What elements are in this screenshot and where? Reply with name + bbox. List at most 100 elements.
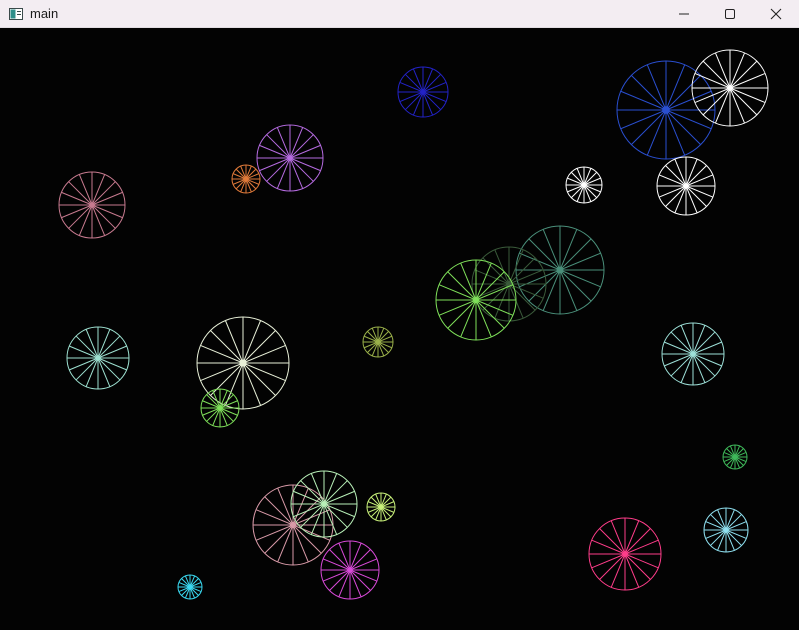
wheel-spoke xyxy=(725,514,742,531)
wheel-spoke xyxy=(692,353,716,377)
wheel-spoke xyxy=(75,357,99,381)
wheel-spoke xyxy=(710,529,727,546)
spoke-wheel xyxy=(703,507,749,553)
wheel-hub xyxy=(95,355,101,361)
spoke-wheel xyxy=(66,326,130,390)
wheel-spoke xyxy=(624,528,651,555)
wheel-spoke xyxy=(559,238,592,271)
wheel-spoke xyxy=(289,134,314,159)
wheel-spoke xyxy=(370,496,382,508)
wheel-hub xyxy=(472,296,480,304)
wheel-spoke xyxy=(729,60,758,89)
spoke-wheel xyxy=(362,326,394,358)
wheel-spoke xyxy=(266,157,291,182)
wheel-hub xyxy=(662,106,670,114)
wheel-hub xyxy=(347,567,353,573)
maximize-button[interactable] xyxy=(707,0,753,28)
wheel-spoke xyxy=(380,506,392,518)
wheel-spoke xyxy=(329,549,351,571)
wheel-hub xyxy=(622,551,628,557)
spoke-wheel xyxy=(200,388,240,428)
wheel-hub xyxy=(556,266,564,274)
close-icon xyxy=(770,8,782,20)
wheel-spoke xyxy=(91,204,116,229)
wheel-spoke xyxy=(235,168,247,180)
wheel-spoke xyxy=(97,357,121,381)
spoke-wheel xyxy=(661,322,725,386)
wheel-hub xyxy=(239,359,247,367)
wheel-spoke xyxy=(292,524,322,554)
spoke-wheel xyxy=(588,517,662,591)
wheel-spoke xyxy=(245,178,257,190)
wheel-spoke xyxy=(508,257,536,285)
wheel-spoke xyxy=(264,496,294,526)
wheel-spoke xyxy=(377,331,389,343)
wheel-hub xyxy=(244,177,248,181)
wheel-spoke xyxy=(583,171,598,186)
wheel-spoke xyxy=(570,184,585,199)
drawing-canvas[interactable] xyxy=(0,28,799,630)
spoke-wheel xyxy=(397,66,449,118)
wheel-hub xyxy=(683,183,689,189)
wheel-hub xyxy=(287,155,293,161)
spoke-wheel xyxy=(515,225,605,315)
wheel-hub xyxy=(321,501,327,507)
wheel-spoke xyxy=(583,184,598,199)
wheel-spoke xyxy=(422,73,442,93)
close-button[interactable] xyxy=(753,0,799,28)
wheel-spoke xyxy=(242,330,276,364)
wheel-hub xyxy=(690,351,696,357)
wheel-spoke xyxy=(300,503,325,528)
spoke-wheel xyxy=(290,470,358,538)
wheel-spoke xyxy=(323,503,348,528)
wheel-spoke xyxy=(630,74,667,111)
wheel-spoke xyxy=(559,269,592,302)
wheel-spoke xyxy=(710,514,727,531)
wheel-spoke xyxy=(570,171,585,186)
wheel-spoke xyxy=(665,109,702,146)
wheel-hub xyxy=(421,90,425,94)
app-icon xyxy=(8,6,24,22)
wheel-spoke xyxy=(528,238,561,271)
wheel-spoke xyxy=(370,506,382,518)
wheel-spoke xyxy=(91,181,116,206)
spoke-wheel xyxy=(565,166,603,204)
spoke-wheel xyxy=(58,171,126,239)
wheel-spoke xyxy=(242,362,276,396)
wheel-spoke xyxy=(75,335,99,359)
wheel-spoke xyxy=(665,185,687,207)
wheel-hub xyxy=(379,505,383,509)
wheel-hub xyxy=(89,202,95,208)
wheel-spoke xyxy=(264,524,294,554)
spoke-wheel xyxy=(177,574,203,600)
wheel-spoke xyxy=(630,109,667,146)
wheel-hub xyxy=(733,455,737,459)
title-bar[interactable]: main xyxy=(0,0,799,28)
wheel-spoke xyxy=(219,407,234,422)
spoke-wheel xyxy=(366,492,396,522)
wheel-spoke xyxy=(404,73,424,93)
wheel-spoke xyxy=(404,91,424,111)
wheel-spoke xyxy=(349,569,371,591)
minimize-button[interactable] xyxy=(661,0,707,28)
wheel-spoke xyxy=(323,480,348,505)
wheel-spoke xyxy=(245,168,257,180)
wheel-spoke xyxy=(422,91,442,111)
window-controls xyxy=(661,0,799,28)
wheel-spoke xyxy=(266,134,291,159)
wheel-spoke xyxy=(685,165,707,187)
wheel-spoke xyxy=(68,181,93,206)
minimize-icon xyxy=(679,13,689,15)
wheel-spoke xyxy=(624,553,651,580)
wheel-spoke xyxy=(670,331,694,355)
wheel-spoke xyxy=(300,480,325,505)
app-window: main xyxy=(0,0,799,630)
wheel-spoke xyxy=(670,353,694,377)
wheel-spoke xyxy=(97,335,121,359)
wheels-drawing xyxy=(58,49,769,600)
wheel-spoke xyxy=(508,283,536,311)
wheel-spoke xyxy=(235,178,247,190)
wheel-spoke xyxy=(380,496,392,508)
wheel-hub xyxy=(376,340,380,344)
wheel-spoke xyxy=(367,331,379,343)
